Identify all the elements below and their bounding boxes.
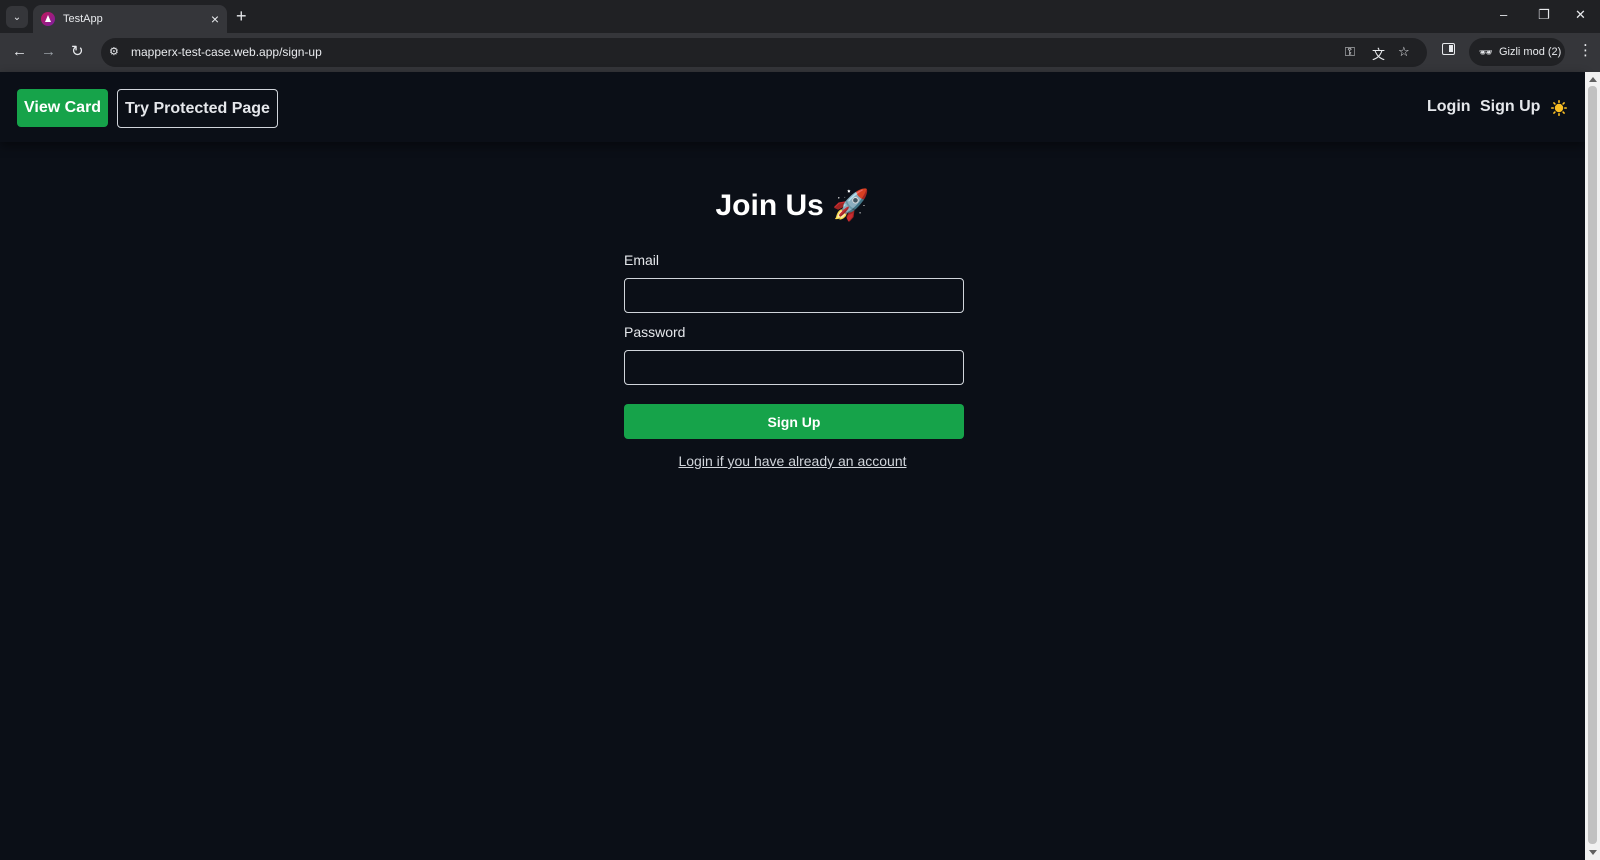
tab-close-icon[interactable]: × [211,12,219,26]
scroll-up-icon[interactable] [1589,77,1597,82]
email-field[interactable] [624,278,964,313]
side-panel-icon[interactable] [1442,43,1455,55]
sun-icon[interactable] [1551,100,1567,116]
page-scrollbar[interactable] [1585,72,1600,860]
forward-icon[interactable]: → [41,42,56,62]
new-tab-icon[interactable]: + [236,7,247,25]
translate-icon[interactable]: 文 [1372,44,1385,63]
incognito-label: Gizli mod (2) [1498,46,1562,58]
close-window-icon[interactable]: ✕ [1575,7,1586,23]
password-label: Password [624,324,686,340]
login-link[interactable]: Login if you have already an account [0,453,1585,469]
password-key-icon[interactable]: ⚿ [1345,44,1355,60]
tab-title: TestApp [63,13,103,25]
browser-toolbar: ← → ↻ ⚙ mapperx-test-case.web.app/sign-u… [0,33,1600,72]
incognito-icon: 🕶 [1479,46,1493,59]
sign-up-button[interactable]: Sign Up [624,404,964,439]
tab-search-button[interactable]: ⌄ [6,6,28,28]
page-title: Join Us 🚀 [715,189,870,222]
address-bar[interactable]: ⚙ mapperx-test-case.web.app/sign-up ⚿ 文 … [101,38,1427,67]
browser-tabstrip: ⌄ TestApp × + – ❐ ✕ [0,0,1600,33]
restore-icon[interactable]: ❐ [1538,7,1550,23]
browser-menu-icon[interactable]: ⋮ [1578,41,1593,59]
nav-login-link[interactable]: Login [1427,98,1471,116]
back-icon[interactable]: ← [12,42,27,62]
password-field[interactable] [624,350,964,385]
app-navbar: View Card Try Protected Page Login Sign … [0,72,1585,142]
view-card-button[interactable]: View Card [17,89,109,127]
nav-sign-up-link[interactable]: Sign Up [1480,98,1540,116]
scroll-down-icon[interactable] [1589,850,1597,855]
reload-icon[interactable]: ↻ [71,42,84,62]
bookmark-star-icon[interactable]: ☆ [1398,44,1410,60]
angular-favicon-icon [41,12,55,26]
scroll-thumb[interactable] [1588,86,1597,844]
email-label: Email [624,252,660,268]
page-content: View Card Try Protected Page Login Sign … [0,72,1585,860]
url-text[interactable]: mapperx-test-case.web.app/sign-up [131,45,322,59]
try-protected-page-button[interactable]: Try Protected Page [117,89,278,128]
minimize-icon[interactable]: – [1500,7,1507,22]
browser-tab[interactable]: TestApp × [33,5,227,33]
site-info-icon[interactable]: ⚙ [109,45,123,59]
incognito-badge[interactable]: 🕶 Gizli mod (2) [1469,38,1565,66]
